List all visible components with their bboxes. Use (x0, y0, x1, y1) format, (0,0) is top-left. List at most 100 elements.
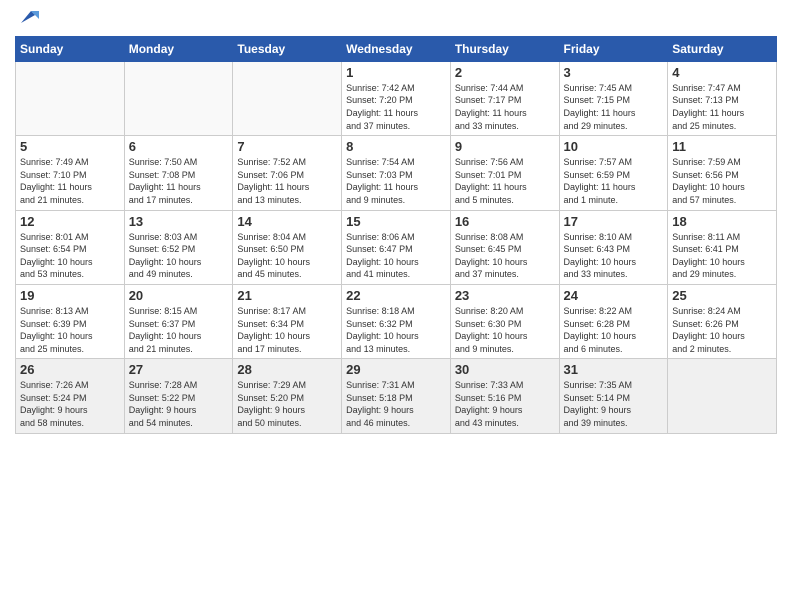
calendar-cell (233, 61, 342, 135)
day-info: Sunrise: 7:31 AM Sunset: 5:18 PM Dayligh… (346, 379, 446, 429)
day-info: Sunrise: 7:52 AM Sunset: 7:06 PM Dayligh… (237, 156, 337, 206)
day-number: 31 (564, 362, 664, 377)
calendar-cell: 3 Sunrise: 7:45 AM Sunset: 7:15 PM Daylig… (559, 61, 668, 135)
day-number: 28 (237, 362, 337, 377)
day-info: Sunrise: 7:33 AM Sunset: 5:16 PM Dayligh… (455, 379, 555, 429)
day-info: Sunrise: 8:18 AM Sunset: 6:32 PM Dayligh… (346, 305, 446, 355)
day-info: Sunrise: 8:20 AM Sunset: 6:30 PM Dayligh… (455, 305, 555, 355)
day-number: 11 (672, 139, 772, 154)
day-info: Sunrise: 7:57 AM Sunset: 6:59 PM Dayligh… (564, 156, 664, 206)
calendar-cell: 13 Sunrise: 8:03 AM Sunset: 6:52 PM Dayli… (124, 210, 233, 284)
calendar-cell: 22Sunrise: 8:18 AM Sunset: 6:32 PM Dayli… (342, 284, 451, 358)
weekday-friday: Friday (559, 36, 668, 61)
day-number: 10 (564, 139, 664, 154)
week-row-3: 12 Sunrise: 8:01 AM Sunset: 6:54 PM Dayli… (16, 210, 777, 284)
day-number: 3 (564, 65, 664, 80)
calendar-cell: 12 Sunrise: 8:01 AM Sunset: 6:54 PM Dayli… (16, 210, 125, 284)
calendar-cell: 31 Sunrise: 7:35 AM Sunset: 5:14 PM Dayli… (559, 359, 668, 433)
calendar-cell: 17 Sunrise: 8:10 AM Sunset: 6:43 PM Dayli… (559, 210, 668, 284)
day-number: 18 (672, 214, 772, 229)
calendar-cell (16, 61, 125, 135)
day-number: 24 (564, 288, 664, 303)
day-info: Sunrise: 8:15 AM Sunset: 6:37 PM Dayligh… (129, 305, 229, 355)
calendar-cell: 30 Sunrise: 7:33 AM Sunset: 5:16 PM Dayli… (450, 359, 559, 433)
day-info: Sunrise: 7:50 AM Sunset: 7:08 PM Dayligh… (129, 156, 229, 206)
calendar-cell (668, 359, 777, 433)
weekday-tuesday: Tuesday (233, 36, 342, 61)
day-info: Sunrise: 7:28 AM Sunset: 5:22 PM Dayligh… (129, 379, 229, 429)
day-info: Sunrise: 7:56 AM Sunset: 7:01 PM Dayligh… (455, 156, 555, 206)
calendar-cell: 24Sunrise: 8:22 AM Sunset: 6:28 PM Dayli… (559, 284, 668, 358)
calendar-cell: 16 Sunrise: 8:08 AM Sunset: 6:45 PM Dayli… (450, 210, 559, 284)
day-number: 23 (455, 288, 555, 303)
weekday-sunday: Sunday (16, 36, 125, 61)
calendar-cell: 21Sunrise: 8:17 AM Sunset: 6:34 PM Dayli… (233, 284, 342, 358)
day-number: 6 (129, 139, 229, 154)
calendar-cell: 6 Sunrise: 7:50 AM Sunset: 7:08 PM Daylig… (124, 136, 233, 210)
weekday-wednesday: Wednesday (342, 36, 451, 61)
day-number: 14 (237, 214, 337, 229)
day-number: 2 (455, 65, 555, 80)
day-info: Sunrise: 8:01 AM Sunset: 6:54 PM Dayligh… (20, 231, 120, 281)
day-number: 19 (20, 288, 120, 303)
calendar-cell: 4 Sunrise: 7:47 AM Sunset: 7:13 PM Daylig… (668, 61, 777, 135)
day-number: 9 (455, 139, 555, 154)
day-number: 20 (129, 288, 229, 303)
week-row-4: 19 Sunrise: 8:13 AM Sunset: 6:39 PM Dayli… (16, 284, 777, 358)
calendar-cell: 20 Sunrise: 8:15 AM Sunset: 6:37 PM Dayli… (124, 284, 233, 358)
day-number: 29 (346, 362, 446, 377)
day-number: 17 (564, 214, 664, 229)
calendar-cell: 14 Sunrise: 8:04 AM Sunset: 6:50 PM Dayli… (233, 210, 342, 284)
weekday-header-row: SundayMondayTuesdayWednesdayThursdayFrid… (16, 36, 777, 61)
day-number: 4 (672, 65, 772, 80)
day-info: Sunrise: 8:13 AM Sunset: 6:39 PM Dayligh… (20, 305, 120, 355)
weekday-thursday: Thursday (450, 36, 559, 61)
day-info: Sunrise: 8:24 AM Sunset: 6:26 PM Dayligh… (672, 305, 772, 355)
calendar-cell: 27 Sunrise: 7:28 AM Sunset: 5:22 PM Dayli… (124, 359, 233, 433)
day-info: Sunrise: 8:17 AM Sunset: 6:34 PM Dayligh… (237, 305, 337, 355)
calendar-cell: 29 Sunrise: 7:31 AM Sunset: 5:18 PM Dayli… (342, 359, 451, 433)
calendar-cell (124, 61, 233, 135)
day-number: 15 (346, 214, 446, 229)
header (15, 10, 777, 30)
day-info: Sunrise: 8:08 AM Sunset: 6:45 PM Dayligh… (455, 231, 555, 281)
day-number: 1 (346, 65, 446, 80)
day-info: Sunrise: 7:42 AM Sunset: 7:20 PM Dayligh… (346, 82, 446, 132)
calendar-cell: 8 Sunrise: 7:54 AM Sunset: 7:03 PM Daylig… (342, 136, 451, 210)
calendar-cell: 28 Sunrise: 7:29 AM Sunset: 5:20 PM Dayli… (233, 359, 342, 433)
day-info: Sunrise: 7:45 AM Sunset: 7:15 PM Dayligh… (564, 82, 664, 132)
page: SundayMondayTuesdayWednesdayThursdayFrid… (0, 0, 792, 612)
day-info: Sunrise: 7:47 AM Sunset: 7:13 PM Dayligh… (672, 82, 772, 132)
day-info: Sunrise: 8:04 AM Sunset: 6:50 PM Dayligh… (237, 231, 337, 281)
calendar-cell: 5Sunrise: 7:49 AM Sunset: 7:10 PM Daylig… (16, 136, 125, 210)
day-info: Sunrise: 7:35 AM Sunset: 5:14 PM Dayligh… (564, 379, 664, 429)
week-row-2: 5Sunrise: 7:49 AM Sunset: 7:10 PM Daylig… (16, 136, 777, 210)
calendar-cell: 26Sunrise: 7:26 AM Sunset: 5:24 PM Dayli… (16, 359, 125, 433)
calendar-cell: 2 Sunrise: 7:44 AM Sunset: 7:17 PM Daylig… (450, 61, 559, 135)
day-number: 16 (455, 214, 555, 229)
weekday-saturday: Saturday (668, 36, 777, 61)
day-info: Sunrise: 7:44 AM Sunset: 7:17 PM Dayligh… (455, 82, 555, 132)
day-number: 30 (455, 362, 555, 377)
calendar-cell: 25Sunrise: 8:24 AM Sunset: 6:26 PM Dayli… (668, 284, 777, 358)
day-info: Sunrise: 8:11 AM Sunset: 6:41 PM Dayligh… (672, 231, 772, 281)
day-number: 12 (20, 214, 120, 229)
calendar-cell: 11Sunrise: 7:59 AM Sunset: 6:56 PM Dayli… (668, 136, 777, 210)
week-row-5: 26Sunrise: 7:26 AM Sunset: 5:24 PM Dayli… (16, 359, 777, 433)
logo (15, 10, 39, 30)
day-number: 27 (129, 362, 229, 377)
calendar-cell: 18 Sunrise: 8:11 AM Sunset: 6:41 PM Dayli… (668, 210, 777, 284)
day-info: Sunrise: 7:54 AM Sunset: 7:03 PM Dayligh… (346, 156, 446, 206)
day-info: Sunrise: 8:03 AM Sunset: 6:52 PM Dayligh… (129, 231, 229, 281)
day-info: Sunrise: 8:06 AM Sunset: 6:47 PM Dayligh… (346, 231, 446, 281)
day-info: Sunrise: 7:29 AM Sunset: 5:20 PM Dayligh… (237, 379, 337, 429)
day-number: 5 (20, 139, 120, 154)
calendar: SundayMondayTuesdayWednesdayThursdayFrid… (15, 36, 777, 434)
day-info: Sunrise: 7:26 AM Sunset: 5:24 PM Dayligh… (20, 379, 120, 429)
calendar-cell: 10 Sunrise: 7:57 AM Sunset: 6:59 PM Dayli… (559, 136, 668, 210)
logo-icon (17, 5, 39, 27)
day-info: Sunrise: 8:10 AM Sunset: 6:43 PM Dayligh… (564, 231, 664, 281)
day-number: 13 (129, 214, 229, 229)
calendar-cell: 7Sunrise: 7:52 AM Sunset: 7:06 PM Daylig… (233, 136, 342, 210)
day-number: 8 (346, 139, 446, 154)
